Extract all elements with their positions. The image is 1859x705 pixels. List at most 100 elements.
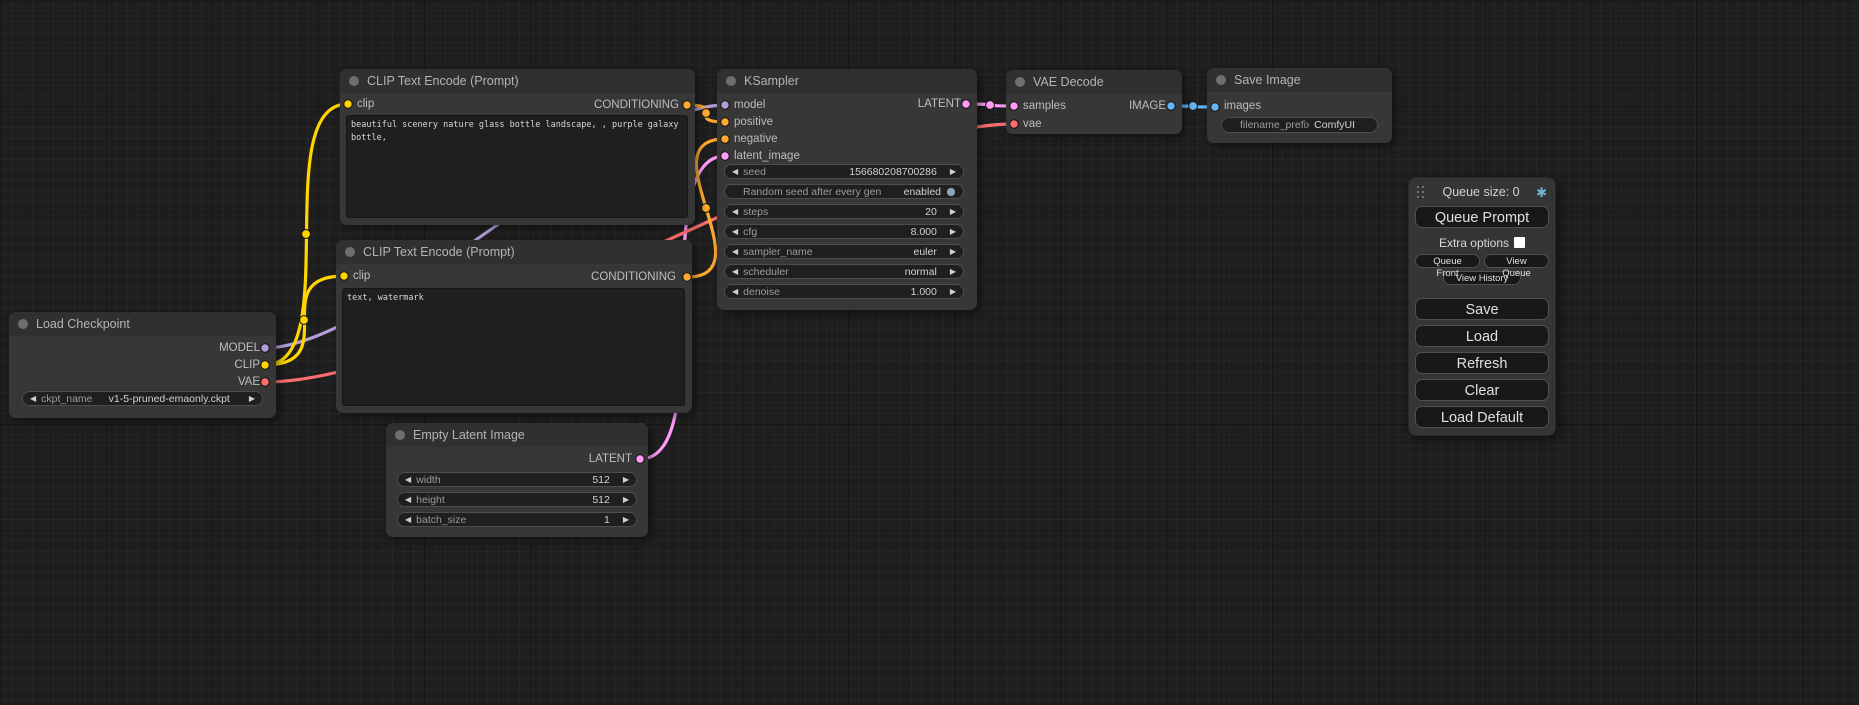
settings-gear-icon[interactable]: ✱	[1536, 186, 1547, 199]
collapse-dot-icon[interactable]	[1216, 75, 1226, 85]
widget-random-seed[interactable]: Random seed after every gen enabled	[724, 184, 964, 199]
widget-label: batch_size	[416, 514, 599, 526]
output-label-conditioning: CONDITIONING	[594, 99, 679, 111]
increment-arrow-icon[interactable]: ▶	[950, 208, 956, 216]
output-label-vae: VAE	[238, 376, 260, 388]
collapse-dot-icon[interactable]	[345, 247, 355, 257]
increment-arrow-icon[interactable]: ▶	[950, 288, 956, 296]
queue-prompt-button[interactable]: Queue Prompt	[1415, 206, 1549, 228]
queue-panel: Queue size: 0 ✱ Queue Prompt Extra optio…	[1408, 177, 1556, 436]
widget-sampler-name[interactable]: ◀ sampler_name euler ▶	[724, 244, 964, 259]
increment-arrow-icon[interactable]: ▶	[950, 228, 956, 236]
node-title-bar[interactable]: CLIP Text Encode (Prompt)	[340, 69, 695, 93]
widget-seed[interactable]: ◀ seed 156680208700286 ▶	[724, 164, 964, 179]
input-label-latent-image: latent_image	[734, 150, 800, 162]
decrement-arrow-icon[interactable]: ◀	[732, 208, 738, 216]
node-load-checkpoint[interactable]: Load Checkpoint MODEL CLIP VAE ◀ ckpt_na…	[9, 312, 276, 418]
widget-filename-prefix[interactable]: filename_prefix ComfyUI	[1221, 117, 1378, 133]
widget-label: scheduler	[743, 266, 900, 278]
collapse-dot-icon[interactable]	[395, 430, 405, 440]
decrement-arrow-icon[interactable]: ◀	[732, 288, 738, 296]
widget-value: 8.000	[911, 226, 937, 238]
drag-handle-icon[interactable]	[1417, 186, 1426, 199]
widget-label: ckpt_name	[41, 393, 103, 405]
node-title-bar[interactable]: VAE Decode	[1006, 70, 1182, 94]
toggle-enabled-icon[interactable]	[946, 187, 956, 197]
widget-label: seed	[743, 166, 844, 178]
widget-batch-size[interactable]: ◀ batch_size 1 ▶	[397, 512, 637, 527]
node-title: CLIP Text Encode (Prompt)	[367, 69, 519, 93]
widget-value: v1-5-pruned-emaonly.ckpt	[109, 393, 230, 405]
node-title-bar[interactable]: Load Checkpoint	[9, 312, 276, 336]
decrement-arrow-icon[interactable]: ◀	[30, 395, 36, 403]
increment-arrow-icon[interactable]: ▶	[623, 516, 629, 524]
increment-arrow-icon[interactable]: ▶	[950, 268, 956, 276]
node-clip-text-encode-negative[interactable]: CLIP Text Encode (Prompt) clip CONDITION…	[336, 240, 692, 413]
widget-steps[interactable]: ◀ steps 20 ▶	[724, 204, 964, 219]
save-button[interactable]: Save	[1415, 298, 1549, 320]
increment-arrow-icon[interactable]: ▶	[249, 395, 255, 403]
prompt-textarea[interactable]: text, watermark	[342, 288, 685, 406]
wire-clip-to-negative	[265, 276, 344, 365]
output-label-image: IMAGE	[1129, 100, 1166, 112]
widget-value: 1	[604, 514, 610, 526]
node-ksampler[interactable]: KSampler model positive negative latent_…	[717, 69, 977, 310]
decrement-arrow-icon[interactable]: ◀	[732, 168, 738, 176]
node-title: KSampler	[744, 69, 799, 93]
collapse-dot-icon[interactable]	[1015, 77, 1025, 87]
input-label-samples: samples	[1023, 100, 1066, 112]
input-label-positive: positive	[734, 116, 773, 128]
collapse-dot-icon[interactable]	[726, 76, 736, 86]
increment-arrow-icon[interactable]: ▶	[950, 248, 956, 256]
load-button[interactable]: Load	[1415, 325, 1549, 347]
output-label-clip: CLIP	[234, 359, 260, 371]
node-title-bar[interactable]: KSampler	[717, 69, 977, 93]
decrement-arrow-icon[interactable]: ◀	[405, 496, 411, 504]
node-title-bar[interactable]: Save Image	[1207, 68, 1392, 92]
prompt-textarea[interactable]: beautiful scenery nature glass bottle la…	[346, 115, 688, 218]
node-save-image[interactable]: Save Image images filename_prefix ComfyU…	[1207, 68, 1392, 143]
reroute-dot-latent-vae	[986, 101, 995, 110]
widget-value: enabled	[904, 186, 941, 198]
reroute-dot-cond-positive	[702, 109, 711, 118]
node-title: Empty Latent Image	[413, 423, 525, 447]
widget-value: 20	[925, 206, 937, 218]
widget-height[interactable]: ◀ height 512 ▶	[397, 492, 637, 507]
extra-options-checkbox[interactable]	[1514, 237, 1525, 248]
node-empty-latent-image[interactable]: Empty Latent Image LATENT ◀ width 512 ▶ …	[386, 423, 648, 537]
view-queue-button[interactable]: View Queue	[1484, 254, 1549, 268]
increment-arrow-icon[interactable]: ▶	[623, 496, 629, 504]
widget-scheduler[interactable]: ◀ scheduler normal ▶	[724, 264, 964, 279]
node-clip-text-encode-positive[interactable]: CLIP Text Encode (Prompt) clip CONDITION…	[340, 69, 695, 225]
widget-cfg[interactable]: ◀ cfg 8.000 ▶	[724, 224, 964, 239]
output-label-latent: LATENT	[589, 453, 632, 465]
node-title: VAE Decode	[1033, 70, 1104, 94]
collapse-dot-icon[interactable]	[349, 76, 359, 86]
decrement-arrow-icon[interactable]: ◀	[405, 516, 411, 524]
increment-arrow-icon[interactable]: ▶	[950, 168, 956, 176]
decrement-arrow-icon[interactable]: ◀	[732, 248, 738, 256]
collapse-dot-icon[interactable]	[18, 319, 28, 329]
input-label-vae: vae	[1023, 118, 1042, 130]
increment-arrow-icon[interactable]: ▶	[623, 476, 629, 484]
node-title: Load Checkpoint	[36, 312, 130, 336]
node-title-bar[interactable]: CLIP Text Encode (Prompt)	[336, 240, 692, 264]
decrement-arrow-icon[interactable]: ◀	[732, 268, 738, 276]
load-default-button[interactable]: Load Default	[1415, 406, 1549, 428]
decrement-arrow-icon[interactable]: ◀	[405, 476, 411, 484]
reroute-dot-cond-negative	[702, 204, 711, 213]
widget-width[interactable]: ◀ width 512 ▶	[397, 472, 637, 487]
refresh-button[interactable]: Refresh	[1415, 352, 1549, 374]
node-title-bar[interactable]: Empty Latent Image	[386, 423, 648, 447]
comfyui-canvas[interactable]: { "icons": {"arrow_left": "◀", "arrow_ri…	[0, 0, 1859, 705]
clear-button[interactable]: Clear	[1415, 379, 1549, 401]
widget-value: normal	[905, 266, 937, 278]
queue-front-button[interactable]: Queue Front	[1415, 254, 1480, 268]
decrement-arrow-icon[interactable]: ◀	[732, 228, 738, 236]
widget-label: cfg	[743, 226, 905, 238]
widget-ckpt-name[interactable]: ◀ ckpt_name v1-5-pruned-emaonly.ckpt ▶	[22, 391, 263, 406]
widget-value: euler	[913, 246, 936, 258]
widget-denoise[interactable]: ◀ denoise 1.000 ▶	[724, 284, 964, 299]
node-vae-decode[interactable]: VAE Decode samples vae IMAGE	[1006, 70, 1182, 134]
input-label-clip: clip	[353, 270, 370, 282]
